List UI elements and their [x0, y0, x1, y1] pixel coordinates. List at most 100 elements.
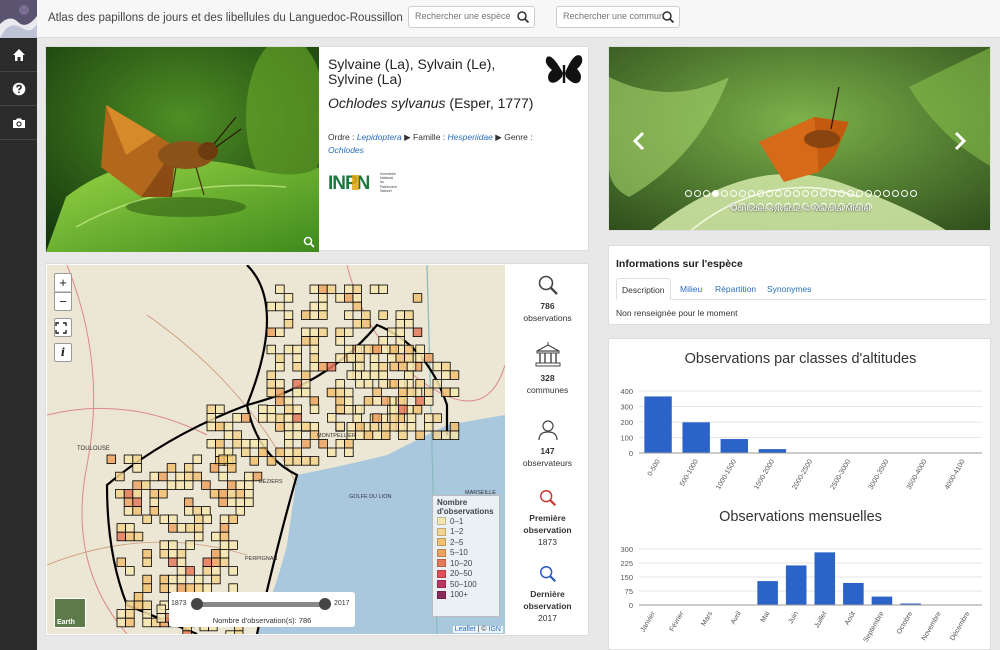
sidebar-item-help[interactable] — [0, 72, 37, 106]
map-grid-cell[interactable] — [201, 506, 211, 516]
map-grid-cell[interactable] — [292, 404, 303, 415]
map-grid-cell[interactable] — [378, 362, 388, 372]
map-grid-cell[interactable] — [149, 471, 160, 482]
map-grid-cell[interactable] — [211, 548, 221, 559]
map-grid-cell[interactable] — [343, 387, 354, 398]
map-grid-cell[interactable] — [309, 327, 320, 338]
map-grid-cell[interactable] — [441, 430, 451, 441]
map-grid-cell[interactable] — [292, 447, 303, 458]
map-grid-cell[interactable] — [275, 301, 285, 312]
inpn-logo[interactable]: INPN Inventaire National du Patrimoine N… — [328, 171, 398, 193]
map-grid-cell[interactable] — [404, 370, 414, 381]
map-grid-cell[interactable] — [386, 327, 397, 338]
map-grid-cell[interactable] — [412, 327, 423, 338]
map-grid-cell[interactable] — [361, 370, 371, 381]
map-grid-cell[interactable] — [292, 353, 302, 363]
map-grid-cell[interactable] — [355, 344, 365, 355]
map-grid-cell[interactable] — [406, 413, 417, 423]
map-grid-cell[interactable] — [449, 370, 460, 380]
map-grid-cell[interactable] — [378, 310, 388, 320]
map-grid-cell[interactable] — [335, 438, 346, 449]
map-grid-cell[interactable] — [141, 480, 151, 490]
search-icon[interactable] — [516, 10, 530, 24]
map-grid-cell[interactable] — [398, 361, 408, 372]
map-grid-cell[interactable] — [176, 566, 187, 576]
map-grid-cell[interactable] — [355, 421, 365, 432]
map-grid-cell[interactable] — [283, 447, 294, 458]
map-grid-cell[interactable] — [266, 344, 277, 355]
map-grid-cell[interactable] — [300, 327, 311, 338]
map-grid-cell[interactable] — [283, 413, 294, 424]
map-grid-cell[interactable] — [176, 523, 187, 533]
map-grid-cell[interactable] — [193, 531, 204, 542]
map-grid-cell[interactable] — [318, 284, 328, 295]
map-grid-cell[interactable] — [168, 557, 178, 568]
map-grid-cell[interactable] — [159, 574, 170, 585]
map-grid-cell[interactable] — [266, 301, 277, 312]
map-grid-cell[interactable] — [361, 310, 371, 320]
map-grid-cell[interactable] — [283, 310, 294, 320]
map-grid-cell[interactable] — [132, 454, 142, 465]
map-grid-cell[interactable] — [176, 557, 187, 568]
map-grid-cell[interactable] — [355, 430, 365, 441]
map-grid-cell[interactable] — [318, 362, 328, 372]
map-grid-cell[interactable] — [344, 438, 354, 449]
year-range-slider[interactable]: 1873 2017 Nombre d'observation(s): 786 — [169, 592, 355, 627]
map-grid-cell[interactable] — [275, 447, 285, 458]
map-grid-cell[interactable] — [406, 421, 417, 432]
map-grid-cell[interactable] — [326, 362, 337, 372]
carousel-dot[interactable] — [865, 190, 872, 197]
map-grid-cell[interactable] — [369, 422, 380, 432]
map-grid-cell[interactable] — [318, 327, 328, 338]
site-logo[interactable] — [0, 0, 37, 38]
carousel-dot[interactable] — [847, 190, 854, 197]
map-grid-cell[interactable] — [404, 310, 414, 320]
map-grid-cell[interactable] — [389, 404, 400, 415]
map-grid-cell[interactable] — [202, 514, 213, 525]
map-grid-cell[interactable] — [266, 327, 277, 338]
map-grid-cell[interactable] — [115, 471, 125, 482]
map-grid-cell[interactable] — [389, 421, 400, 432]
map-grid-cell[interactable] — [235, 497, 246, 508]
map-grid-cell[interactable] — [398, 387, 408, 398]
map-grid-cell[interactable] — [206, 413, 217, 423]
map-grid-cell[interactable] — [441, 387, 451, 398]
carousel-dot[interactable] — [748, 190, 755, 197]
map-grid-cell[interactable] — [258, 404, 268, 415]
map-grid-cell[interactable] — [352, 293, 363, 303]
map-grid-cell[interactable] — [395, 327, 406, 338]
map-grid-cell[interactable] — [363, 430, 374, 441]
map-grid-cell[interactable] — [335, 293, 345, 303]
map-grid-cell[interactable] — [125, 600, 135, 611]
map-grid-cell[interactable] — [380, 421, 391, 432]
map-grid-cell[interactable] — [175, 471, 185, 482]
map-grid-cell[interactable] — [106, 454, 117, 465]
map-grid-cell[interactable] — [369, 362, 380, 372]
map-grid-cell[interactable] — [432, 430, 443, 441]
map-grid-cell[interactable] — [423, 396, 434, 406]
map-grid-cell[interactable] — [275, 387, 285, 398]
map-grid-cell[interactable] — [380, 396, 391, 406]
map-grid-cell[interactable] — [363, 396, 374, 406]
map-grid-cell[interactable] — [193, 514, 204, 525]
map-grid-cell[interactable] — [361, 319, 371, 329]
map-grid-cell[interactable] — [116, 617, 127, 628]
carousel-dot[interactable] — [820, 190, 827, 197]
map-grid-cell[interactable] — [449, 421, 460, 432]
map-grid-cell[interactable] — [183, 463, 194, 473]
map-grid-cell[interactable] — [125, 609, 135, 619]
map-grid-cell[interactable] — [142, 609, 152, 619]
map-grid-cell[interactable] — [309, 404, 320, 415]
map-grid-cell[interactable] — [309, 344, 320, 355]
map-grid-cell[interactable] — [219, 540, 230, 550]
map-grid-cell[interactable] — [301, 421, 311, 432]
map-grid-cell[interactable] — [292, 421, 303, 432]
map-grid-cell[interactable] — [185, 523, 195, 533]
map-grid-cell[interactable] — [389, 361, 400, 372]
map-grid-cell[interactable] — [232, 438, 242, 449]
map-grid-cell[interactable] — [423, 421, 434, 432]
map-grid-cell[interactable] — [266, 387, 277, 398]
map-grid-cell[interactable] — [395, 353, 406, 363]
chart-bar[interactable] — [814, 552, 836, 605]
map-grid-cell[interactable] — [343, 344, 354, 355]
